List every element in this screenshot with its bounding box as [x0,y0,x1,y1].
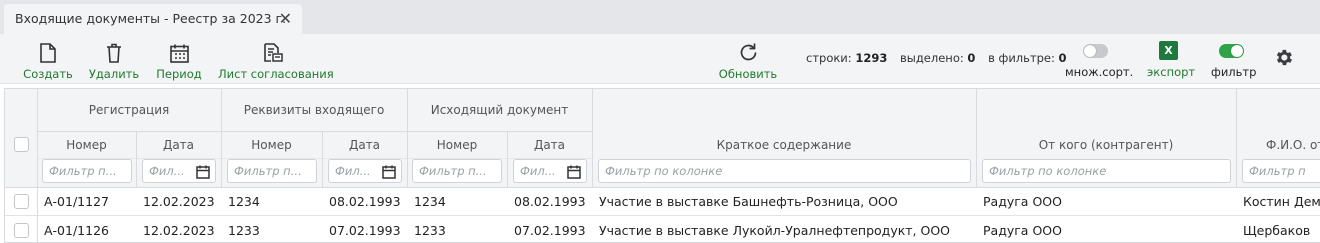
cell-out-number: 1234 [414,194,446,209]
create-label: Создать [23,67,73,81]
filter-in-date[interactable]: Фил... [328,159,402,183]
create-button[interactable]: Создать [22,39,74,81]
cell-reg-number: А-01/1126 [44,223,109,238]
filter-toggle[interactable] [1219,44,1244,58]
cell-in-number: 1234 [228,194,260,209]
trash-icon [87,39,141,63]
filter-from[interactable]: Фильтр по колонке [982,159,1231,183]
col-summary[interactable]: Краткое содержание [592,132,976,158]
filter-reg-date-placeholder: Фил... [149,164,185,178]
tab-bar: Входящие документы - Реестр за 2023 г. ✕ [0,0,1320,34]
export-button[interactable]: экспорт [1147,65,1195,79]
group-incoming-details: Реквизиты входящего [243,103,385,117]
filter-label: фильтр [1211,65,1257,79]
filter-summary[interactable]: Фильтр по колонке [598,159,971,183]
filter-out-date-placeholder: Фил... [520,164,556,178]
group-outgoing-doc: Исходящий документ [430,103,569,117]
filter-fio[interactable]: Фильтр п [1242,159,1320,183]
delete-button[interactable]: Удалить [87,39,141,81]
calendar-icon[interactable] [567,164,581,182]
table-row[interactable]: А-01/1127 12.02.2023 1234 08.02.1993 123… [5,188,1320,216]
tab-title: Входящие документы - Реестр за 2023 г. [15,11,287,26]
filter-in-date-placeholder: Фил... [335,164,371,178]
calendar-icon [154,39,204,63]
cell-reg-date: 12.02.2023 [143,194,215,209]
col-fio[interactable]: Ф.И.О. от [1236,132,1320,158]
cell-reg-number: А-01/1127 [44,194,109,209]
approval-sheet-label: Лист согласования [218,67,334,81]
refresh-icon [718,39,778,63]
period-button[interactable]: Период [154,39,204,81]
col-from[interactable]: От кого (контрагент) [976,132,1236,158]
select-all-checkbox[interactable] [14,137,29,152]
cell-from: Радуга ООО [983,223,1062,238]
rows-label: строки: [806,51,852,65]
filter-out-number[interactable]: Фильтр п... [412,159,502,183]
approval-sheet-button[interactable]: Лист согласования [218,39,334,81]
col-out-date[interactable]: Дата [507,132,592,158]
filter-reg-date[interactable]: Фил... [142,159,216,183]
print-list-icon [218,39,328,63]
filtered-count: 0 [1058,51,1067,65]
period-label: Период [156,67,202,81]
gear-icon[interactable] [1273,47,1294,71]
documents-grid: Регистрация Реквизиты входящего Исходящи… [4,88,1320,243]
row-stats: строки: 1293 выделено: 0 в фильтре: 0 [806,51,1076,65]
cell-from: Радуга ООО [983,194,1062,209]
col-in-number[interactable]: Номер [221,132,322,158]
delete-label: Удалить [88,67,140,81]
cell-summary: Участие в выставке Лукойл-Уралнефтепроду… [599,223,951,238]
col-reg-number[interactable]: Номер [37,132,136,158]
close-icon[interactable]: ✕ [279,4,292,34]
toggle-knob [1231,45,1243,57]
rows-count: 1293 [855,51,888,65]
filter-reg-number[interactable]: Фильтр п... [42,159,132,183]
calendar-icon[interactable] [382,164,396,182]
excel-icon[interactable]: X [1159,41,1178,60]
cell-in-number: 1233 [228,223,260,238]
cell-fio: Костин Дем [1243,194,1320,209]
col-reg-date[interactable]: Дата [136,132,221,158]
selected-label: выделено: [899,51,964,65]
col-out-number[interactable]: Номер [407,132,507,158]
col-in-date[interactable]: Дата [322,132,407,158]
table-row[interactable]: А-01/1126 12.02.2023 1233 07.02.1993 123… [5,217,1320,242]
multisort-label: множ.сорт. [1065,65,1134,79]
calendar-icon[interactable] [196,164,210,182]
selected-count: 0 [967,51,976,65]
cell-in-date: 08.02.1993 [329,194,401,209]
filtered-label: в фильтре: [988,51,1055,65]
tab-incoming-registry[interactable]: Входящие документы - Реестр за 2023 г. ✕ [4,4,302,34]
filter-out-date[interactable]: Фил... [513,159,587,183]
cell-summary: Участие в выставке Башнефть-Розница, ООО [599,194,898,209]
row-checkbox[interactable] [14,223,29,238]
cell-in-date: 07.02.1993 [329,223,401,238]
refresh-label: Обновить [718,67,778,81]
refresh-button[interactable]: Обновить [718,39,778,81]
cell-fio: Щербаков [1243,223,1311,238]
filter-in-number[interactable]: Фильтр п... [227,159,317,183]
group-registration: Регистрация [88,103,170,117]
row-checkbox[interactable] [14,194,29,209]
cell-out-date: 07.02.1993 [514,223,586,238]
cell-reg-date: 12.02.2023 [143,223,215,238]
multisort-toggle[interactable] [1083,44,1108,58]
cell-out-number: 1233 [414,223,446,238]
toggle-knob [1084,45,1096,57]
new-document-icon [22,39,74,63]
cell-out-date: 08.02.1993 [514,194,586,209]
